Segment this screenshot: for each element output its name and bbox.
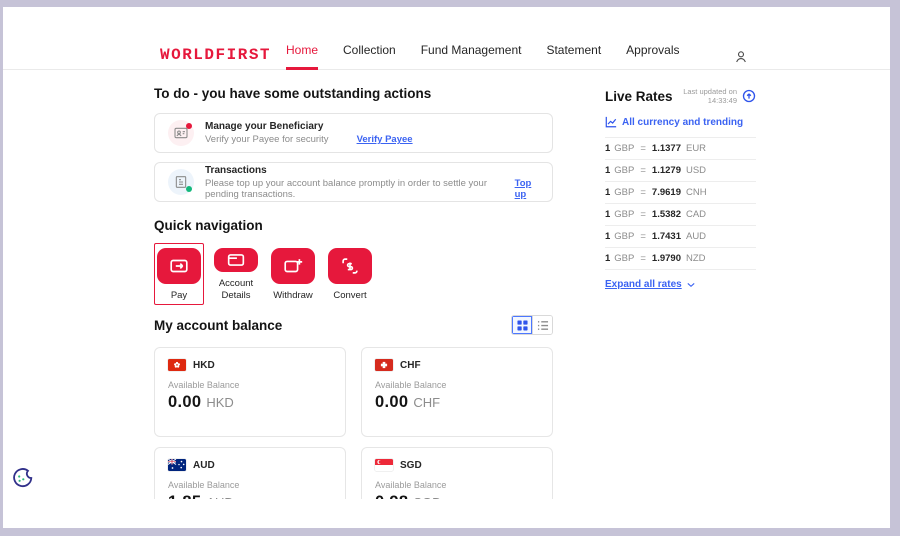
cookie-consent-icon[interactable] bbox=[11, 467, 34, 490]
todo-section-title: To do - you have some outstanding action… bbox=[154, 86, 553, 101]
rate-value: 7.9619 bbox=[652, 187, 681, 198]
balance-amount-currency: CHF bbox=[413, 395, 440, 410]
expand-all-rates-link[interactable]: Expand all rates bbox=[605, 279, 756, 290]
balance-amount: 0.98 bbox=[375, 493, 408, 499]
refresh-timer-icon[interactable] bbox=[742, 89, 756, 103]
alert-badge bbox=[186, 123, 192, 129]
transactions-receipt-icon bbox=[168, 169, 194, 195]
quick-nav-withdraw[interactable]: Withdraw bbox=[268, 243, 318, 305]
rate-value: 1.1279 bbox=[652, 165, 681, 176]
trending-chart-icon bbox=[605, 116, 617, 128]
rate-currency: AUD bbox=[686, 231, 706, 242]
todo-card-beneficiary: Manage your Beneficiary Verify your Paye… bbox=[154, 113, 553, 153]
rate-value: 1.5382 bbox=[652, 209, 681, 220]
quick-nav-label: Account Details bbox=[214, 278, 258, 302]
australia-flag-icon bbox=[168, 459, 186, 471]
user-account-icon[interactable] bbox=[733, 49, 749, 65]
rate-row-usd: 1GBP=1.1279USD bbox=[605, 160, 756, 182]
balance-card-sgd[interactable]: SGD Available Balance 0.98 SGD bbox=[361, 447, 553, 499]
balance-section-header: My account balance bbox=[154, 315, 553, 335]
quick-nav-label: Withdraw bbox=[273, 290, 313, 302]
available-balance-label: Available Balance bbox=[168, 480, 332, 490]
nav-item-collection[interactable]: Collection bbox=[343, 7, 396, 70]
balance-card-grid: HKD Available Balance 0.00 HKD CHF Avail… bbox=[154, 347, 553, 499]
rate-row-aud: 1GBP=1.7431AUD bbox=[605, 226, 756, 248]
rate-value: 1.9790 bbox=[652, 253, 681, 264]
todo-item-title: Manage your Beneficiary bbox=[205, 121, 413, 132]
all-currency-trending-link[interactable]: All currency and trending bbox=[605, 116, 756, 128]
available-balance-label: Available Balance bbox=[375, 380, 539, 390]
hong-kong-flag-icon bbox=[168, 359, 186, 371]
available-balance-label: Available Balance bbox=[375, 480, 539, 490]
nav-item-statement[interactable]: Statement bbox=[546, 7, 601, 70]
top-up-link[interactable]: Top up bbox=[515, 178, 539, 200]
balance-amount-currency: SGD bbox=[413, 495, 441, 499]
rate-row-eur: 1GBP=1.1377EUR bbox=[605, 138, 756, 160]
rate-currency: CAD bbox=[686, 209, 706, 220]
nav-item-home[interactable]: Home bbox=[286, 7, 318, 70]
available-balance-label: Available Balance bbox=[168, 380, 332, 390]
balance-card-hkd[interactable]: HKD Available Balance 0.00 HKD bbox=[154, 347, 346, 437]
last-updated-text: Last updated on 14:33:49 bbox=[681, 87, 737, 105]
rate-row-cnh: 1GBP=7.9619CNH bbox=[605, 182, 756, 204]
nav-item-fund-management[interactable]: Fund Management bbox=[421, 7, 522, 70]
live-rates-title: Live Rates bbox=[605, 89, 673, 104]
app-window: WORLDFIRST Home Collection Fund Manageme… bbox=[3, 7, 890, 528]
rate-row-cad: 1GBP=1.5382CAD bbox=[605, 204, 756, 226]
pay-icon bbox=[157, 248, 201, 284]
balance-amount: 1.85 bbox=[168, 493, 201, 499]
todo-item-description: Verify your Payee for security bbox=[205, 134, 329, 145]
todo-item-description: Please top up your account balance promp… bbox=[205, 178, 501, 200]
balance-amount-currency: HKD bbox=[206, 395, 233, 410]
quick-nav-label: Convert bbox=[333, 290, 366, 302]
quick-nav-convert[interactable]: Convert bbox=[325, 243, 375, 305]
verify-payee-link[interactable]: Verify Payee bbox=[357, 134, 413, 145]
rate-currency: EUR bbox=[686, 143, 706, 154]
expand-all-rates-label: Expand all rates bbox=[605, 279, 682, 290]
quick-nav-account-details[interactable]: Account Details bbox=[211, 243, 261, 305]
rate-currency: USD bbox=[686, 165, 706, 176]
beneficiary-card-icon bbox=[168, 120, 194, 146]
top-nav-bar: WORLDFIRST Home Collection Fund Manageme… bbox=[3, 7, 890, 70]
currency-code: CHF bbox=[400, 360, 421, 371]
worldfirst-logo: WORLDFIRST bbox=[160, 46, 271, 64]
balance-amount: 0.00 bbox=[375, 393, 408, 412]
main-nav: Home Collection Fund Management Statemen… bbox=[286, 7, 680, 70]
list-view-icon[interactable] bbox=[532, 316, 552, 334]
currency-code: HKD bbox=[193, 360, 215, 371]
balance-amount: 0.00 bbox=[168, 393, 201, 412]
balance-card-chf[interactable]: CHF Available Balance 0.00 CHF bbox=[361, 347, 553, 437]
convert-icon bbox=[328, 248, 372, 284]
quick-nav-title: Quick navigation bbox=[154, 218, 553, 233]
rates-list: 1GBP=1.1377EUR 1GBP=1.1279USD 1GBP=7.961… bbox=[605, 137, 756, 270]
todo-item-title: Transactions bbox=[205, 165, 539, 176]
rate-currency: CNH bbox=[686, 187, 707, 198]
balance-amount-currency: AUD bbox=[206, 495, 233, 499]
rate-value: 1.1377 bbox=[652, 143, 681, 154]
status-badge bbox=[186, 186, 192, 192]
rate-currency: NZD bbox=[686, 253, 706, 264]
withdraw-icon bbox=[271, 248, 315, 284]
switzerland-flag-icon bbox=[375, 359, 393, 371]
currency-code: SGD bbox=[400, 460, 422, 471]
balance-section-title: My account balance bbox=[154, 318, 282, 333]
currency-code: AUD bbox=[193, 460, 215, 471]
view-mode-toggle bbox=[511, 315, 553, 335]
quick-nav-row: Pay Account Details Withdraw Convert bbox=[154, 243, 553, 305]
quick-nav-pay[interactable]: Pay bbox=[154, 243, 204, 305]
nav-item-approvals[interactable]: Approvals bbox=[626, 7, 679, 70]
grid-view-icon[interactable] bbox=[512, 316, 532, 334]
rate-value: 1.7431 bbox=[652, 231, 681, 242]
chevron-down-icon bbox=[687, 282, 695, 288]
todo-card-transactions: Transactions Please top up your account … bbox=[154, 162, 553, 202]
main-content: To do - you have some outstanding action… bbox=[154, 86, 553, 499]
quick-nav-label: Pay bbox=[171, 290, 187, 302]
balance-card-aud[interactable]: AUD Available Balance 1.85 AUD bbox=[154, 447, 346, 499]
all-currency-trending-label: All currency and trending bbox=[622, 117, 743, 128]
account-details-icon bbox=[214, 248, 258, 272]
singapore-flag-icon bbox=[375, 459, 393, 471]
live-rates-panel: Live Rates Last updated on 14:33:49 All … bbox=[605, 87, 756, 290]
rate-row-nzd: 1GBP=1.9790NZD bbox=[605, 248, 756, 270]
